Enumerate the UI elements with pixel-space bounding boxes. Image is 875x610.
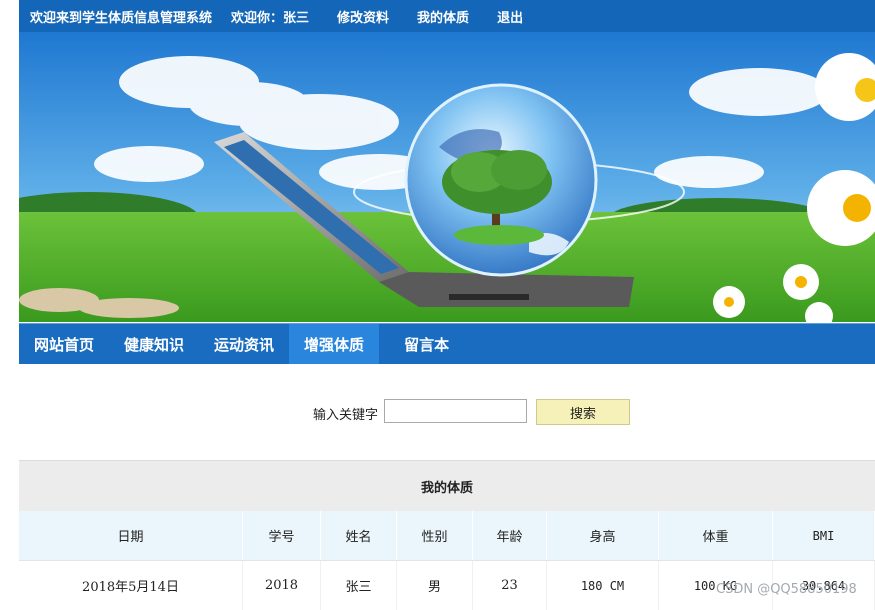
cell-age: 23	[473, 561, 547, 610]
nav-item-guestbook[interactable]: 留言本	[389, 324, 464, 364]
cell-name: 张三	[321, 561, 397, 610]
banner-image	[19, 32, 875, 322]
col-header-date: 日期	[19, 511, 243, 560]
col-header-bmi: BMI	[773, 511, 875, 560]
logout-link[interactable]: 退出	[497, 7, 523, 26]
col-header-height: 身高	[547, 511, 659, 560]
hero-banner	[19, 32, 875, 322]
edit-profile-link[interactable]: 修改资料	[337, 7, 389, 26]
main-nav: 网站首页 健康知识 运动资讯 增强体质 留言本	[19, 323, 875, 364]
table-caption: 我的体质	[19, 460, 875, 511]
my-fitness-link[interactable]: 我的体质	[417, 7, 469, 26]
search-label: 输入关键字	[313, 408, 379, 423]
cell-gender: 男	[397, 561, 473, 610]
top-bar: 欢迎来到学生体质信息管理系统 欢迎你：张三 修改资料 我的体质 退出	[19, 0, 875, 33]
cell-date: 2018年5月14日	[19, 561, 243, 610]
nav-item-sports-news[interactable]: 运动资讯	[199, 324, 289, 364]
col-header-name: 姓名	[321, 511, 397, 560]
col-header-age: 年龄	[473, 511, 547, 560]
cell-student-id: 2018	[243, 561, 321, 610]
search-bar: 输入关键字 搜索	[19, 398, 875, 428]
page-frame: 欢迎来到学生体质信息管理系统 欢迎你：张三 修改资料 我的体质 退出 网站首页 …	[19, 0, 875, 610]
search-input[interactable]	[384, 399, 527, 423]
nav-item-home[interactable]: 网站首页	[19, 324, 109, 364]
site-title: 欢迎来到学生体质信息管理系统	[30, 10, 213, 26]
col-header-weight: 体重	[659, 511, 773, 560]
col-header-gender: 性别	[397, 511, 473, 560]
welcome-user: 欢迎你：张三	[231, 10, 310, 26]
col-header-student-id: 学号	[243, 511, 321, 560]
table-header-row: 日期 学号 姓名 性别 年龄 身高 体重 BMI	[19, 511, 875, 560]
nav-item-health-knowledge[interactable]: 健康知识	[109, 324, 199, 364]
cell-height: 180 CM	[547, 561, 659, 610]
watermark-text: CSDN @QQ58850198	[716, 582, 857, 597]
nav-item-enhance-fitness[interactable]: 增强体质	[289, 324, 380, 364]
search-button[interactable]: 搜索	[536, 399, 630, 425]
